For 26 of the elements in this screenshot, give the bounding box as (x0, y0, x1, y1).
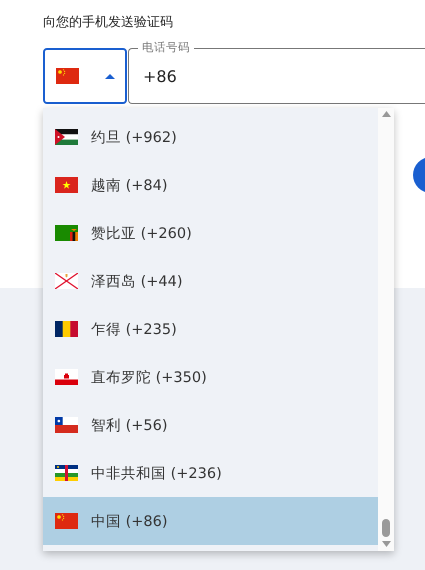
flag-icon (55, 129, 78, 145)
country-option[interactable]: 乍得 (+235) (43, 305, 378, 353)
flag-icon (55, 273, 78, 289)
flag-icon (55, 225, 78, 241)
caret-icon (104, 74, 114, 78)
country-option[interactable]: 越南 (+84) (43, 161, 378, 209)
flag-icon (55, 465, 78, 481)
scroll-down-icon[interactable] (382, 541, 390, 547)
country-option[interactable]: 赞比亚 (+260) (43, 209, 378, 257)
country-option[interactable]: 中非共和国 (+236) (43, 449, 378, 497)
flag-icon (55, 513, 78, 529)
country-option[interactable]: 中国 (+86) (43, 497, 378, 545)
flag-icon (55, 369, 78, 385)
scroll-up-icon[interactable] (382, 111, 390, 117)
scroll-thumb[interactable] (382, 519, 390, 537)
field-label: 电话号码 (138, 40, 194, 55)
flag-icon (55, 417, 78, 433)
flag-icon (55, 177, 78, 193)
country-option[interactable]: 泽西岛 (+44) (43, 257, 378, 305)
country-option[interactable]: 智利 (+56) (43, 401, 378, 449)
country-option[interactable]: 约旦 (+962) (43, 113, 378, 161)
flag-icon (56, 68, 78, 84)
country-picker[interactable] (43, 48, 127, 104)
prompt-text: 向您的手机发送验证码 (43, 14, 174, 31)
flag-icon (55, 321, 78, 337)
country-option[interactable]: 直布罗陀 (+350) (43, 353, 378, 401)
